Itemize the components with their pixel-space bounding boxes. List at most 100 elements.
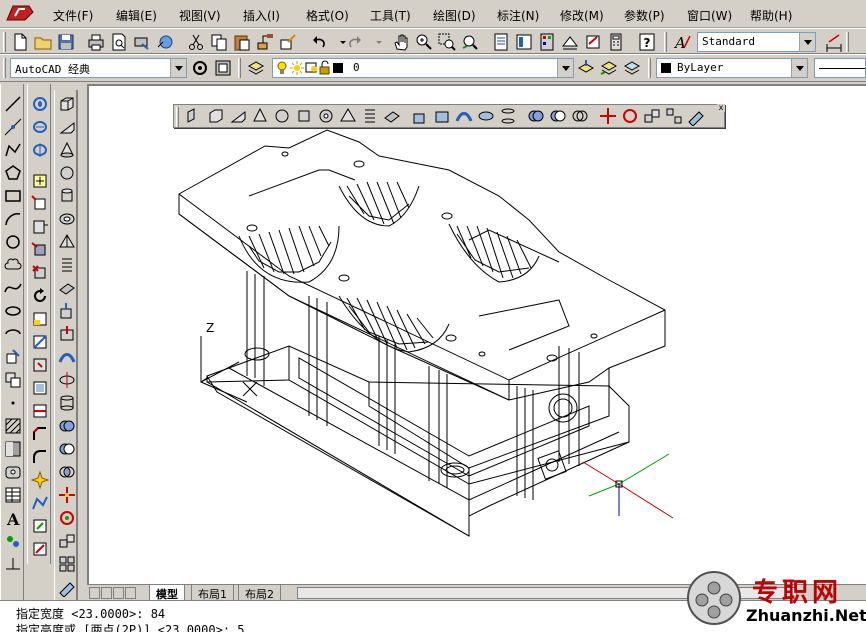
spline-icon[interactable]	[3, 278, 23, 298]
3d-align-icon[interactable]	[642, 106, 662, 126]
3d-rotate-icon[interactable]	[620, 106, 640, 126]
helix-icon[interactable]	[57, 255, 77, 275]
menu-insert[interactable]: 插入(I)	[243, 7, 280, 24]
menu-edit[interactable]: 编辑(E)	[116, 7, 157, 24]
3d-rotate-icon[interactable]	[57, 508, 77, 528]
gradient-icon[interactable]	[3, 439, 23, 459]
3d-array-icon[interactable]	[664, 106, 684, 126]
torus-icon[interactable]	[316, 106, 336, 126]
break-at-point-icon[interactable]	[30, 355, 50, 375]
3d-move-icon[interactable]	[57, 485, 77, 505]
section-plane-icon[interactable]	[57, 577, 77, 597]
menu-parameters[interactable]: 参数(P)	[624, 7, 665, 24]
unlock-icon[interactable]	[319, 60, 331, 77]
text-style-icon[interactable]: A	[672, 32, 692, 52]
presspull-icon[interactable]	[57, 324, 77, 344]
toolbar-grip[interactable]	[648, 58, 651, 78]
insert-block-icon[interactable]	[3, 347, 23, 367]
subtract-icon[interactable]	[57, 439, 77, 459]
cut-icon[interactable]	[186, 32, 206, 52]
planar-surface-icon[interactable]	[382, 106, 402, 126]
ellipse-icon[interactable]	[3, 301, 23, 321]
move-icon[interactable]	[30, 217, 50, 237]
print-preview-icon[interactable]	[109, 32, 129, 52]
paste-icon[interactable]	[232, 32, 252, 52]
cylinder-icon[interactable]	[57, 186, 77, 206]
union-icon[interactable]	[526, 106, 546, 126]
last-tab-icon[interactable]	[125, 587, 136, 599]
draw-extra-icon[interactable]	[3, 554, 23, 574]
copy-object-icon[interactable]	[30, 117, 50, 137]
construction-line-icon[interactable]	[3, 117, 23, 137]
drawing-canvas[interactable]: Z	[87, 84, 866, 584]
block-editor-icon[interactable]	[278, 32, 298, 52]
loft-icon[interactable]	[57, 393, 77, 413]
sun-icon[interactable]	[290, 60, 304, 77]
tool-palettes-icon[interactable]	[537, 32, 557, 52]
3d-dwf-icon[interactable]	[155, 32, 175, 52]
box-icon[interactable]	[206, 106, 226, 126]
layer-states-icon[interactable]	[622, 58, 642, 78]
intersect-icon[interactable]	[570, 106, 590, 126]
linetype-select[interactable]	[814, 58, 866, 78]
cylinder-icon[interactable]	[294, 106, 314, 126]
rotate-icon[interactable]	[30, 240, 50, 260]
match-properties-icon[interactable]	[255, 32, 275, 52]
autocad-logo-icon[interactable]	[3, 2, 39, 24]
tab-model[interactable]: 模型	[149, 585, 185, 601]
explode-icon[interactable]	[30, 470, 50, 490]
publish-icon[interactable]	[132, 32, 152, 52]
presspull-icon[interactable]	[432, 106, 452, 126]
subtract-icon[interactable]	[548, 106, 568, 126]
layer-manager-icon[interactable]	[246, 58, 266, 78]
sheet-set-icon[interactable]	[560, 32, 580, 52]
zoom-window-icon[interactable]	[437, 32, 457, 52]
chevron-down-icon[interactable]	[170, 59, 186, 77]
tab-layout2[interactable]: 布局2	[238, 585, 281, 601]
arc-icon[interactable]	[3, 209, 23, 229]
text-style-select[interactable]: Standard	[697, 32, 816, 52]
point-icon[interactable]	[3, 393, 23, 413]
save-icon[interactable]	[56, 32, 76, 52]
menu-format[interactable]: 格式(O)	[306, 7, 349, 24]
markup-icon[interactable]	[583, 32, 603, 52]
chevron-down-icon[interactable]	[557, 59, 573, 77]
chamfer-icon[interactable]	[30, 424, 50, 444]
chevron-down-icon[interactable]	[799, 33, 815, 51]
workspace-save-icon[interactable]	[213, 58, 233, 78]
next-tab-icon[interactable]	[113, 587, 124, 599]
pyramid-icon[interactable]	[338, 106, 358, 126]
previous-tab-icon[interactable]	[101, 587, 112, 599]
layer-previous-icon[interactable]	[599, 58, 619, 78]
toolbar-grip[interactable]	[846, 32, 849, 52]
box-icon[interactable]	[57, 94, 77, 114]
wedge-icon[interactable]	[228, 106, 248, 126]
mirror-icon[interactable]	[30, 140, 50, 160]
helix-icon[interactable]	[360, 106, 380, 126]
sphere-icon[interactable]	[272, 106, 292, 126]
layer-select[interactable]: 0	[272, 58, 574, 78]
polygon-icon[interactable]	[3, 163, 23, 183]
undo-icon[interactable]	[309, 32, 329, 52]
polysolid-icon[interactable]	[184, 106, 204, 126]
trim-icon[interactable]	[30, 309, 50, 329]
make-current-layer-icon[interactable]	[576, 58, 596, 78]
scale-icon[interactable]	[30, 263, 50, 283]
table-icon[interactable]	[3, 485, 23, 505]
menu-help[interactable]: 帮助(H)	[750, 7, 792, 24]
hatch-icon[interactable]	[3, 416, 23, 436]
color-select[interactable]: ByLayer	[656, 58, 808, 78]
array-icon[interactable]	[30, 194, 50, 214]
properties-icon[interactable]	[491, 32, 511, 52]
help-icon[interactable]: ?	[637, 32, 657, 52]
menu-view[interactable]: 视图(V)	[179, 7, 221, 24]
extend-icon[interactable]	[30, 332, 50, 352]
sphere-icon[interactable]	[57, 163, 77, 183]
cone-icon[interactable]	[250, 106, 270, 126]
design-center-icon[interactable]	[514, 32, 534, 52]
make-block-icon[interactable]	[3, 370, 23, 390]
rectangle-icon[interactable]	[3, 186, 23, 206]
menu-dimension[interactable]: 标注(N)	[497, 7, 539, 24]
lightbulb-icon[interactable]	[275, 60, 289, 77]
calculator-icon[interactable]	[606, 32, 626, 52]
